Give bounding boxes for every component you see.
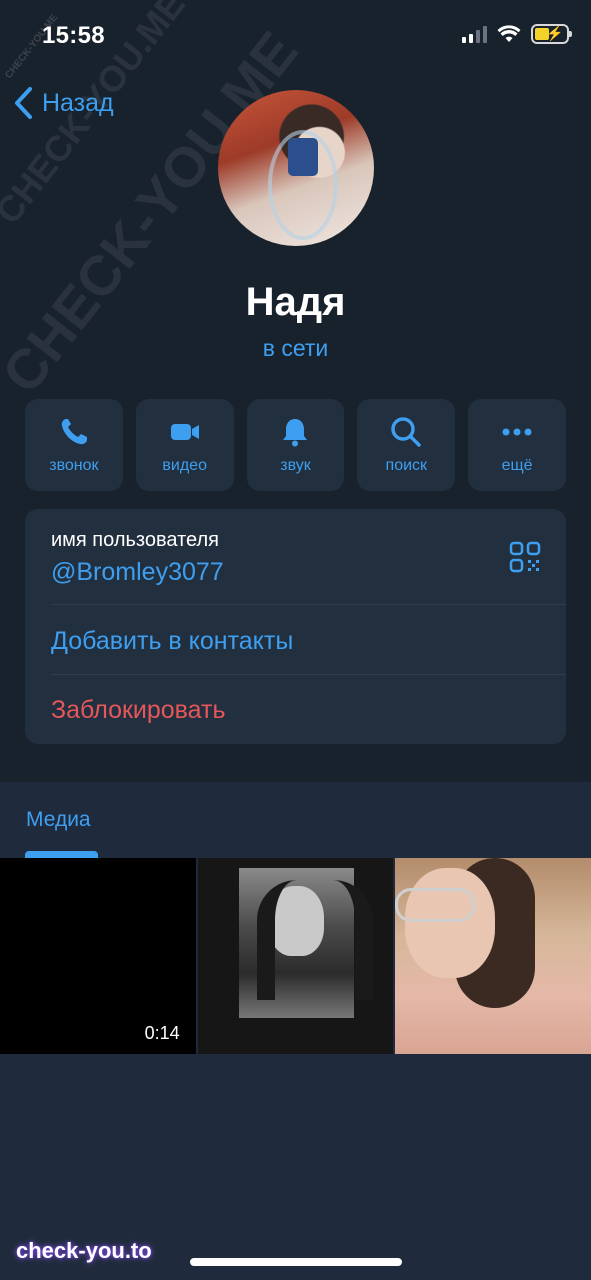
cellular-signal-icon	[462, 25, 487, 43]
divider	[51, 674, 566, 675]
action-bar: звонок видео звук поиск ещё	[25, 399, 566, 491]
watermark-site: check-you.to	[16, 1238, 152, 1263]
media-grid: 0:14	[0, 858, 591, 1054]
more-label: ещё	[501, 457, 533, 474]
username-link[interactable]: @Bromley3077	[51, 558, 224, 587]
phone-icon	[61, 419, 87, 445]
info-card: имя пользователя @Bromley3077 Добавить в…	[25, 509, 566, 744]
video-label: видео	[162, 457, 207, 474]
status-icons: ⚡	[462, 24, 572, 44]
search-icon	[391, 417, 422, 447]
add-contact-button[interactable]: Добавить в контакты	[51, 627, 293, 656]
chevron-left-icon	[15, 87, 32, 119]
profile-name: Надя	[245, 280, 346, 324]
video-icon	[170, 424, 199, 440]
tab-media[interactable]: Медиа	[26, 808, 91, 832]
more-button[interactable]: ещё	[468, 399, 566, 491]
sound-label: звук	[280, 457, 311, 474]
avatar[interactable]	[218, 90, 374, 246]
search-button[interactable]: поиск	[357, 399, 456, 491]
call-button[interactable]: звонок	[25, 399, 123, 491]
search-label: поиск	[385, 457, 428, 474]
media-item-photo[interactable]	[395, 858, 591, 1054]
media-item-photo[interactable]	[197, 858, 394, 1054]
online-status: в сети	[262, 335, 329, 361]
back-button[interactable]: Назад	[12, 86, 114, 120]
video-button[interactable]: видео	[135, 399, 234, 491]
sound-button[interactable]: звук	[246, 399, 345, 491]
media-item-video[interactable]: 0:14	[0, 858, 196, 1054]
bell-icon	[283, 419, 308, 447]
status-time: 15:58	[42, 22, 105, 49]
wifi-icon	[497, 25, 521, 42]
battery-icon: ⚡	[531, 24, 572, 44]
qr-code-icon[interactable]	[509, 541, 541, 573]
back-label: Назад	[42, 88, 114, 117]
username-title: имя пользователя	[51, 529, 219, 551]
divider	[51, 604, 566, 605]
block-button[interactable]: Заблокировать	[51, 696, 226, 725]
more-icon	[502, 428, 532, 436]
call-label: звонок	[49, 457, 99, 474]
home-indicator	[190, 1258, 402, 1266]
video-duration: 0:14	[144, 1023, 180, 1043]
